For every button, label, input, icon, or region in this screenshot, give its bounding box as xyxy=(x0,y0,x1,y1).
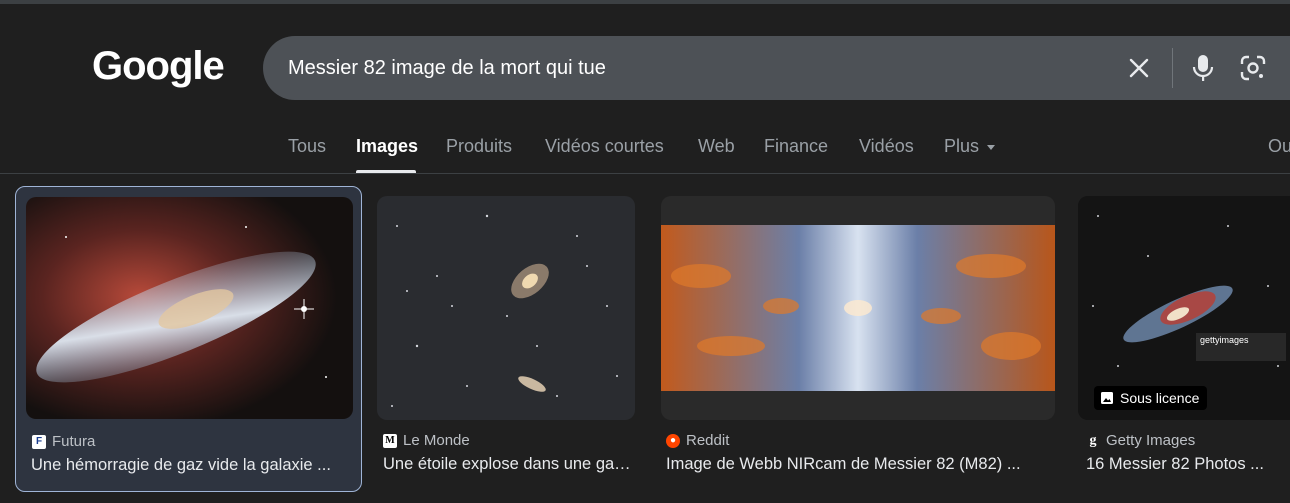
mic-icon[interactable] xyxy=(1188,52,1218,84)
getty-favicon-icon: g xyxy=(1089,432,1097,448)
result-thumbnail[interactable] xyxy=(661,196,1055,420)
search-bar-divider xyxy=(1172,48,1173,88)
google-logo[interactable]: Google xyxy=(92,40,225,92)
image-result-card[interactable]: ● Reddit Image de Webb NIRcam de Messier… xyxy=(655,186,1060,492)
result-title[interactable]: 16 Messier 82 Photos ... xyxy=(1086,455,1281,474)
image-result-card[interactable]: gettyimages Sous licence g Getty Images … xyxy=(1075,186,1290,492)
result-source[interactable]: g Getty Images xyxy=(1086,432,1196,449)
tab-finance[interactable]: Finance xyxy=(764,136,828,157)
top-edge-line xyxy=(0,0,1290,4)
licence-label: Sous licence xyxy=(1120,390,1200,406)
result-source[interactable]: M Le Monde xyxy=(383,432,470,449)
tab-videos[interactable]: Vidéos xyxy=(859,136,914,157)
result-source[interactable]: ● Reddit xyxy=(666,432,729,449)
tab-tous[interactable]: Tous xyxy=(288,136,326,157)
tab-web[interactable]: Web xyxy=(698,136,735,157)
image-icon xyxy=(1101,392,1113,404)
tabs-divider xyxy=(0,173,1290,174)
le-monde-favicon-icon: M xyxy=(383,433,397,448)
search-input[interactable] xyxy=(288,50,1088,86)
result-thumbnail[interactable] xyxy=(377,196,635,420)
source-name: Getty Images xyxy=(1106,432,1196,449)
tab-plus-label: Plus xyxy=(944,136,980,156)
result-thumbnail[interactable] xyxy=(26,197,353,419)
licence-badge[interactable]: Sous licence xyxy=(1094,386,1208,410)
result-title[interactable]: Image de Webb NIRcam de Messier 82 (M82)… xyxy=(666,455,1056,474)
search-tabs: Tous Images Produits Vidéos courtes Web … xyxy=(0,124,1290,174)
tab-produits[interactable]: Produits xyxy=(446,136,512,157)
result-source[interactable]: F Futura xyxy=(32,433,95,450)
chevron-down-icon xyxy=(987,144,996,150)
image-result-card[interactable]: F Futura Une hémorragie de gaz vide la g… xyxy=(15,186,362,492)
tab-plus[interactable]: Plus xyxy=(944,136,996,157)
lens-icon[interactable] xyxy=(1238,53,1268,83)
getty-watermark: gettyimages xyxy=(1200,335,1249,345)
image-result-card[interactable]: M Le Monde Une étoile explose dans une g… xyxy=(372,186,640,492)
source-name: Futura xyxy=(52,433,96,450)
close-icon[interactable] xyxy=(1125,54,1153,82)
result-title[interactable]: Une hémorragie de gaz vide la galaxie ..… xyxy=(31,456,351,475)
reddit-icon: ● xyxy=(666,433,680,448)
futura-favicon-icon: F xyxy=(32,434,46,449)
source-name: Reddit xyxy=(686,432,730,449)
result-title[interactable]: Une étoile explose dans une galaxie ... xyxy=(383,455,633,474)
result-thumbnail[interactable]: gettyimages Sous licence xyxy=(1078,196,1290,420)
source-name: Le Monde xyxy=(403,432,470,449)
tab-videos-courtes[interactable]: Vidéos courtes xyxy=(545,136,664,157)
tab-images[interactable]: Images xyxy=(356,136,418,157)
tools-clipped[interactable]: Ou xyxy=(1268,136,1290,157)
search-bar[interactable] xyxy=(263,36,1290,100)
